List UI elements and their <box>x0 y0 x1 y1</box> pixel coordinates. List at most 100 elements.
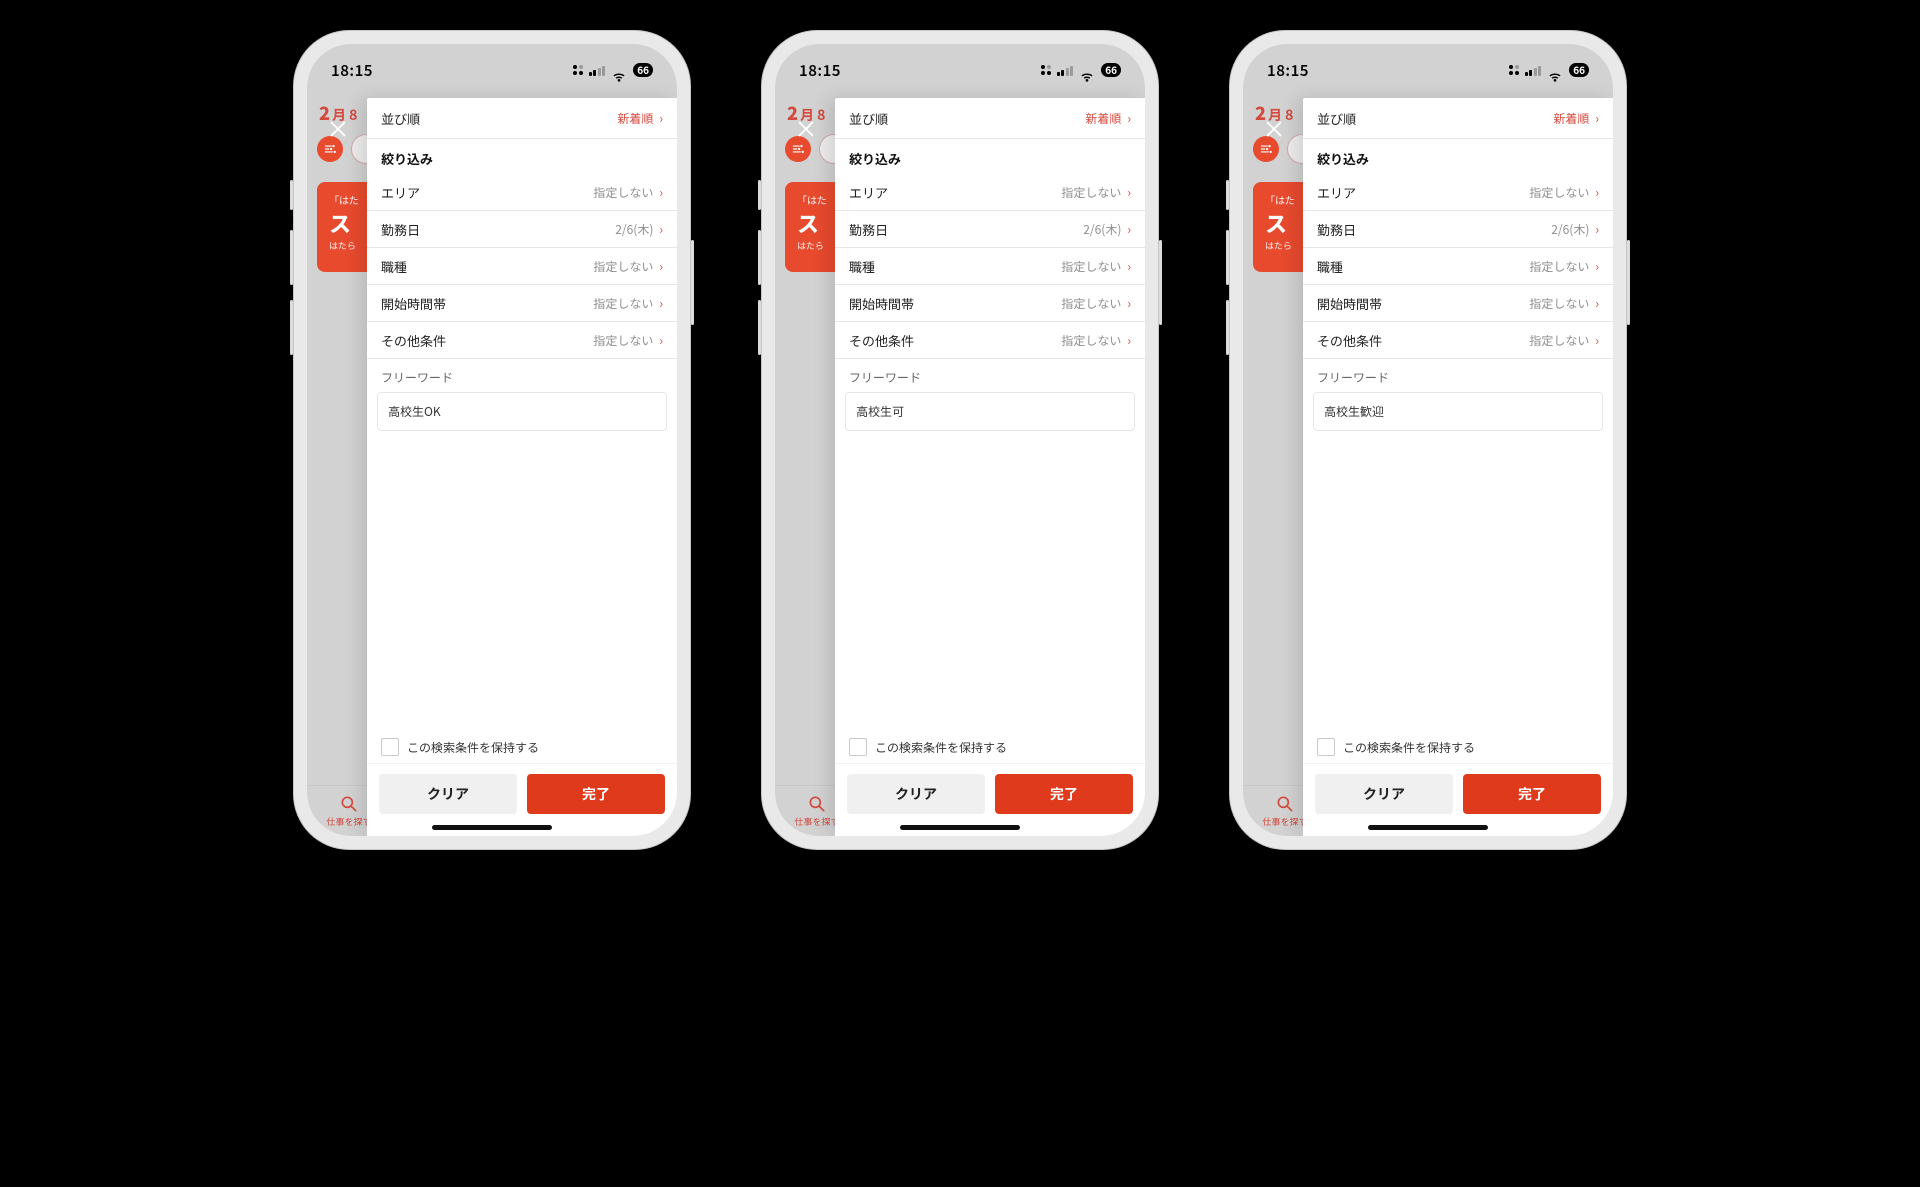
clear-button[interactable]: クリア <box>379 774 517 814</box>
filter-label: エリア <box>849 183 888 202</box>
volume-up-button <box>290 230 293 285</box>
freeword-label: フリーワード <box>835 359 1145 392</box>
chevron-right-icon: › <box>1127 221 1131 238</box>
power-button <box>1627 240 1630 325</box>
sort-row[interactable]: 並び順 新着順 › <box>367 98 677 139</box>
filter-row-jobtype[interactable]: 職種 指定しない› <box>367 248 677 285</box>
freeword-input[interactable]: 高校生歓迎 <box>1313 392 1603 431</box>
filter-row-date[interactable]: 勤務日 2/6(木)› <box>1303 211 1613 248</box>
filter-row-starttime[interactable]: 開始時間帯 指定しない› <box>835 285 1145 322</box>
filter-value: 指定しない <box>1529 258 1589 275</box>
save-checkbox[interactable] <box>849 738 867 756</box>
filter-value: 指定しない <box>1061 295 1121 312</box>
chevron-right-icon: › <box>659 332 663 349</box>
filter-sheet: 並び順 新着順 › 絞り込み エリア 指定しない› 勤務日 2/6(木)› 職種 <box>367 98 677 836</box>
save-conditions-row[interactable]: この検索条件を保持する <box>1303 730 1613 764</box>
filter-label: エリア <box>1317 183 1356 202</box>
filter-value: 2/6(木) <box>1083 221 1121 238</box>
search-icon <box>1275 794 1295 814</box>
done-button[interactable]: 完了 <box>995 774 1133 814</box>
filter-row-area[interactable]: エリア 指定しない› <box>367 174 677 211</box>
filter-row-other[interactable]: その他条件 指定しない › <box>835 322 1145 359</box>
home-indicator <box>900 825 1020 830</box>
filter-row-jobtype[interactable]: 職種 指定しない› <box>1303 248 1613 285</box>
phone-screen: 18:15 66 <box>1243 44 1613 836</box>
filter-row-other[interactable]: その他条件 指定しない› <box>1303 322 1613 359</box>
save-label: この検索条件を保持する <box>407 739 539 756</box>
sort-value: 新着順 <box>1085 110 1121 127</box>
close-button[interactable] <box>327 118 349 145</box>
filter-value: 指定しない <box>1061 184 1121 201</box>
volume-down-button <box>758 300 761 355</box>
filter-row-other[interactable]: その他条件 指定しない› <box>367 322 677 359</box>
chevron-right-icon: › <box>1595 258 1599 275</box>
save-label: この検索条件を保持する <box>875 739 1007 756</box>
filter-value: 指定しない <box>1529 332 1589 349</box>
sort-row[interactable]: 並び順 新着順 › <box>835 98 1145 139</box>
filter-value: 指定しない <box>593 295 653 312</box>
freeword-input[interactable]: 高校生OK <box>377 392 667 431</box>
chevron-right-icon: › <box>659 221 663 238</box>
side-button <box>1226 180 1229 210</box>
freeword-label: フリーワード <box>367 359 677 392</box>
sort-label: 並び順 <box>849 109 888 128</box>
chevron-right-icon: › <box>1595 332 1599 349</box>
filter-value: 指定しない <box>593 184 653 201</box>
filter-label: その他条件 <box>849 331 914 350</box>
freeword-value: 高校生歓迎 <box>1324 403 1384 420</box>
chevron-right-icon: › <box>1127 110 1131 127</box>
power-button <box>1159 240 1162 325</box>
sort-value: 新着順 <box>617 110 653 127</box>
done-button[interactable]: 完了 <box>527 774 665 814</box>
filter-row-jobtype[interactable]: 職種 指定しない› <box>835 248 1145 285</box>
filter-label: 勤務日 <box>849 220 888 239</box>
filter-value: 指定しない <box>1061 258 1121 275</box>
close-button[interactable] <box>1263 118 1285 145</box>
filter-row-area[interactable]: エリア 指定しない› <box>1303 174 1613 211</box>
filter-heading: 絞り込み <box>835 139 1145 174</box>
filter-label: 職種 <box>381 257 407 276</box>
filter-value: 指定しない <box>1061 332 1121 349</box>
filter-row-area[interactable]: エリア 指定しない› <box>835 174 1145 211</box>
filter-value: 指定しない <box>593 332 653 349</box>
filter-row-starttime[interactable]: 開始時間帯 指定しない› <box>367 285 677 322</box>
filter-value: 指定しない <box>593 258 653 275</box>
filter-row-date[interactable]: 勤務日 2/6(木)› <box>367 211 677 248</box>
sort-value: 新着順 <box>1553 110 1589 127</box>
sort-row[interactable]: 並び順 新着順 › <box>1303 98 1613 139</box>
filter-sheet: 並び順 新着順 › 絞り込み エリア 指定しない› 勤務日 2/6(木)› 職種 <box>1303 98 1613 836</box>
done-button[interactable]: 完了 <box>1463 774 1601 814</box>
save-label: この検索条件を保持する <box>1343 739 1475 756</box>
close-button[interactable] <box>795 118 817 145</box>
volume-down-button <box>1226 300 1229 355</box>
filter-row-date[interactable]: 勤務日 2/6(木) › <box>835 211 1145 248</box>
phone-mockup: 18:15 66 <box>761 30 1159 850</box>
clear-button[interactable]: クリア <box>1315 774 1453 814</box>
freeword-input[interactable]: 高校生可 <box>845 392 1135 431</box>
chevron-right-icon: › <box>1595 295 1599 312</box>
phone-mockup: 18:15 66 <box>293 30 691 850</box>
filter-label: 職種 <box>849 257 875 276</box>
chevron-right-icon: › <box>659 110 663 127</box>
search-icon <box>807 794 827 814</box>
freeword-value: 高校生OK <box>388 403 441 420</box>
save-checkbox[interactable] <box>381 738 399 756</box>
save-conditions-row[interactable]: この検索条件を保持する <box>367 730 677 764</box>
filter-value: 2/6(木) <box>1551 221 1589 238</box>
save-conditions-row[interactable]: この検索条件を保持する <box>835 730 1145 764</box>
side-button <box>758 180 761 210</box>
volume-down-button <box>290 300 293 355</box>
save-checkbox[interactable] <box>1317 738 1335 756</box>
chevron-right-icon: › <box>1127 295 1131 312</box>
filter-sheet: 並び順 新着順 › 絞り込み エリア 指定しない› 勤務日 2/6(木)› 職種 <box>835 98 1145 836</box>
filter-label: 開始時間帯 <box>381 294 446 313</box>
filter-row-starttime[interactable]: 開始時間帯 指定しない› <box>1303 285 1613 322</box>
chevron-right-icon: › <box>1595 221 1599 238</box>
phone-screen: 18:15 66 <box>307 44 677 836</box>
volume-up-button <box>758 230 761 285</box>
sort-label: 並び順 <box>381 109 420 128</box>
filter-heading: 絞り込み <box>1303 139 1613 174</box>
clear-button[interactable]: クリア <box>847 774 985 814</box>
chevron-right-icon: › <box>1127 332 1131 349</box>
home-indicator <box>432 825 552 830</box>
